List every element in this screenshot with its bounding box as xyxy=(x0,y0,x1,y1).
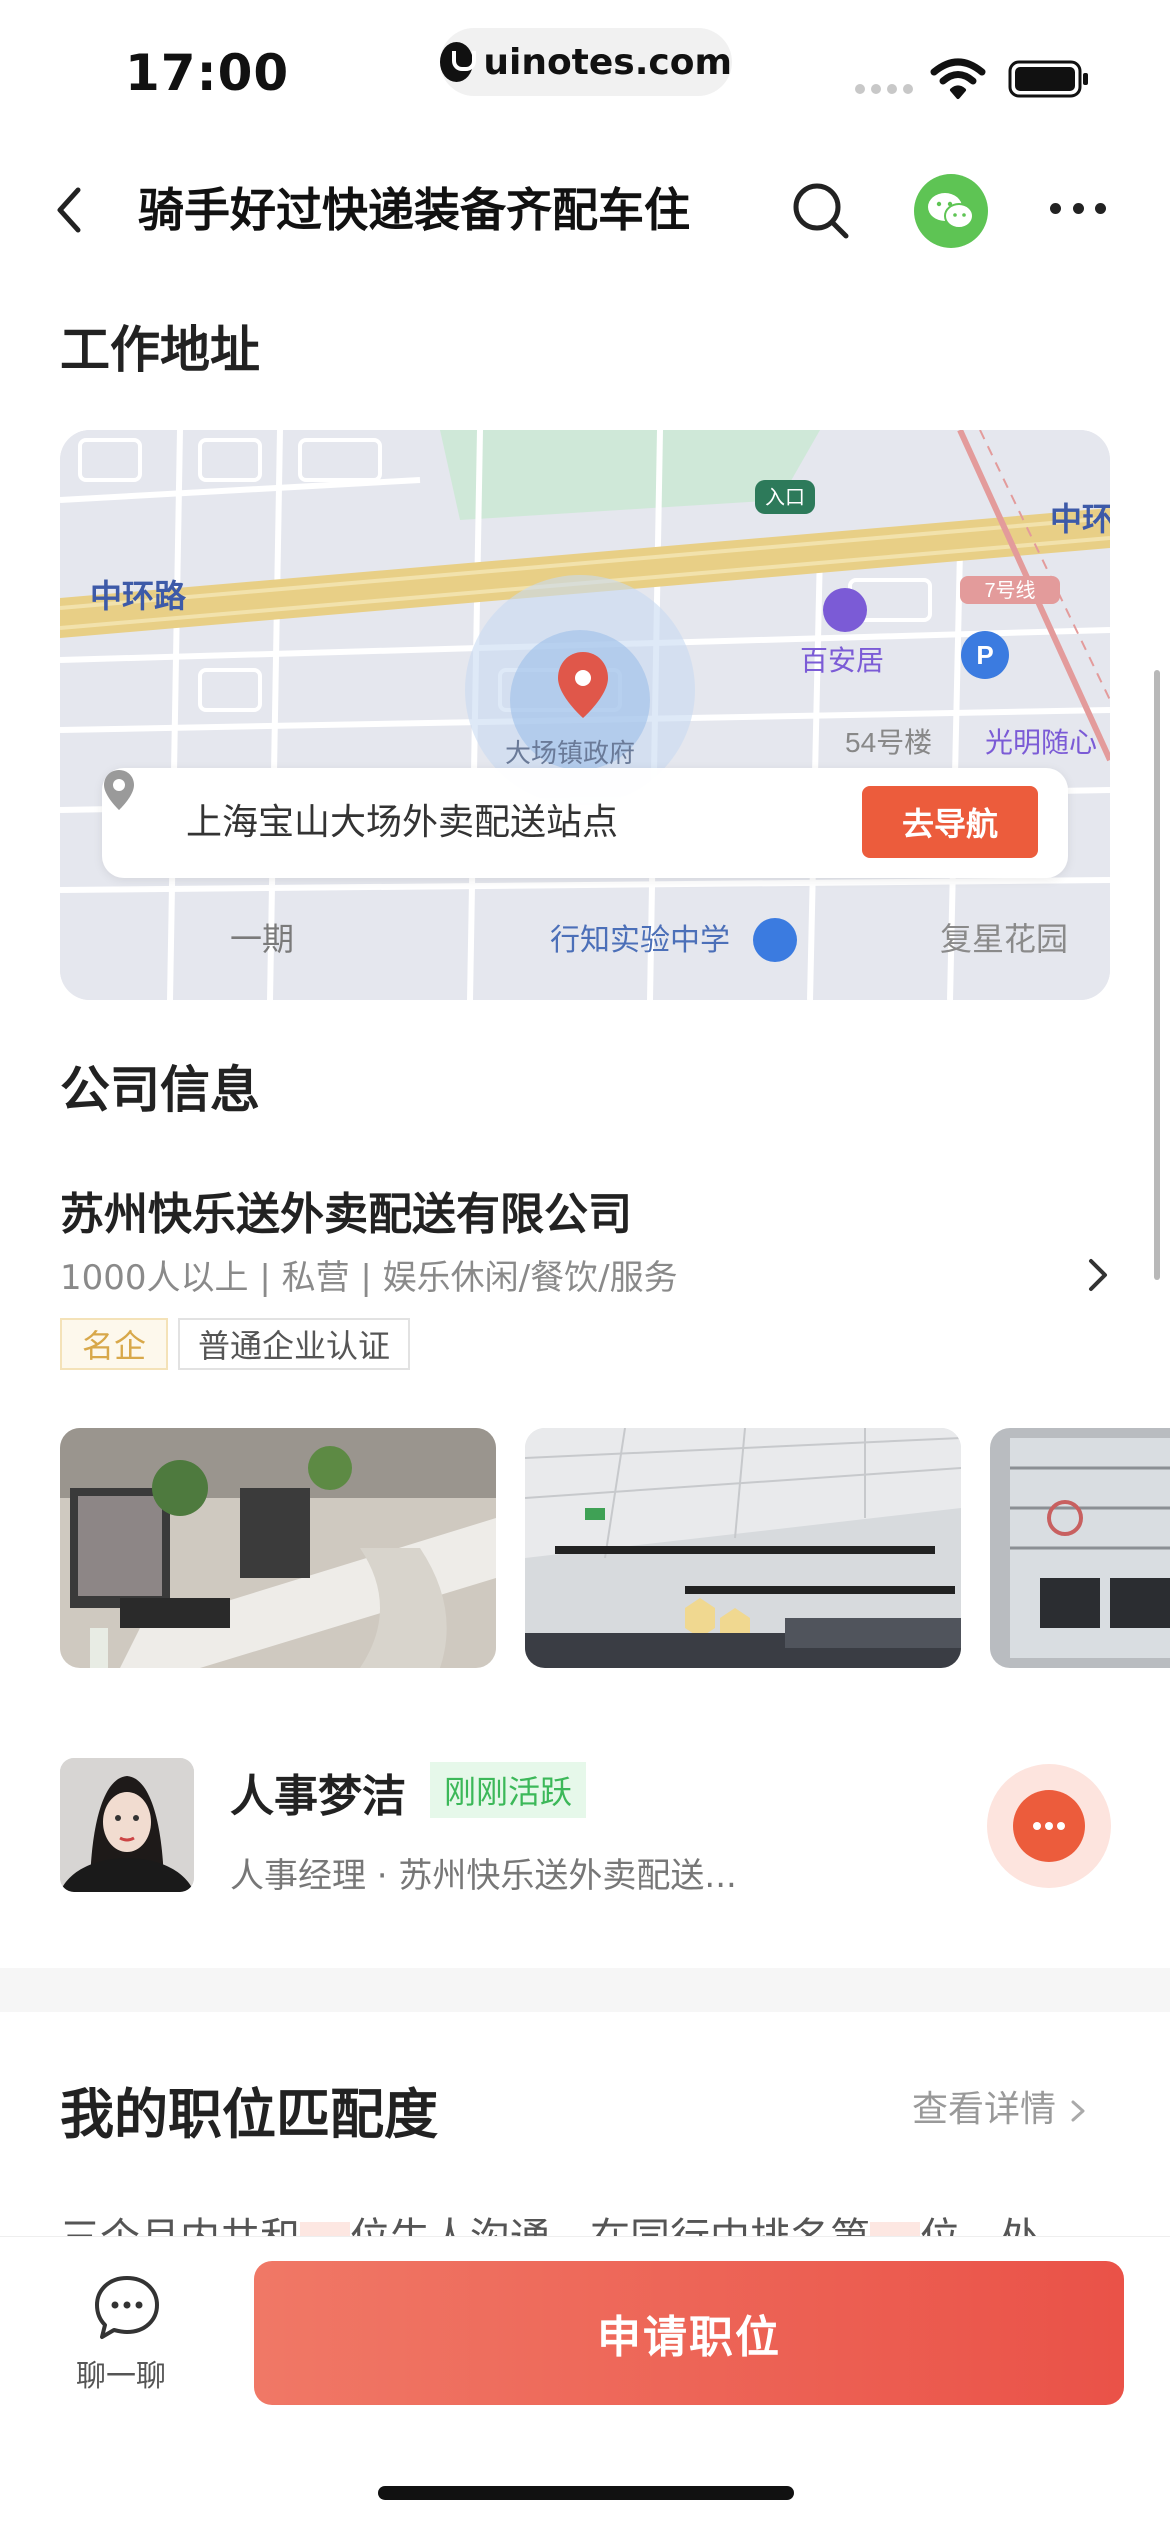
hr-avatar-image xyxy=(60,1758,194,1892)
wechat-icon xyxy=(928,193,974,229)
company-photo[interactable] xyxy=(525,1428,961,1668)
map-label-road-left: 中环路 xyxy=(90,578,187,614)
map-label-phase1: 一期 xyxy=(230,921,294,957)
signal-icon xyxy=(855,84,913,94)
scrollbar[interactable] xyxy=(1154,670,1160,1280)
status-bar: 17:00 uinotes.com xyxy=(0,0,1170,140)
map-label-school: 行知实验中学 xyxy=(550,924,730,957)
back-arrow-icon[interactable] xyxy=(48,180,92,240)
map-label-guangming: 光明随心 xyxy=(985,727,1097,758)
map-label-line7: 7号线 xyxy=(984,579,1035,602)
map-label-road-right: 中环 xyxy=(1050,501,1110,537)
avatar[interactable] xyxy=(60,1758,194,1892)
apply-button[interactable]: 申请职位 xyxy=(254,2261,1124,2405)
company-name[interactable]: 苏州快乐送外卖配送有限公司 xyxy=(60,1178,632,1242)
view-details-link[interactable]: 查看详情 xyxy=(912,2080,1089,2132)
company-info-title: 公司信息 xyxy=(60,1061,260,1119)
address-card: 上海宝山大场外卖配送站点 去导航 xyxy=(102,768,1068,878)
chat-dots-icon xyxy=(1033,1822,1065,1830)
wifi-icon xyxy=(930,58,986,99)
navigate-button[interactable]: 去导航 xyxy=(862,786,1038,858)
location-map[interactable]: 入口 P 7号线 中环路 中环 百安居 54号楼 光明随心 大场镇政府 一期 行… xyxy=(60,430,1110,1000)
page-title: 骑手好过快递装备齐配车住 xyxy=(138,183,690,237)
map-label-govt: 大场镇政府 xyxy=(505,738,635,768)
office-photo-image xyxy=(60,1428,496,1668)
company-meta: 1000人以上 | 私营 | 娱乐休闲/餐饮/服务 xyxy=(60,1258,678,1298)
view-details-label: 查看详情 xyxy=(912,2089,1057,2130)
work-address-title: 工作地址 xyxy=(60,321,260,379)
search-icon[interactable] xyxy=(790,180,852,242)
status-time: 17:00 xyxy=(125,44,290,102)
company-photo[interactable] xyxy=(990,1428,1170,1668)
more-icon[interactable] xyxy=(1050,198,1106,218)
map-label-building54: 54号楼 xyxy=(845,727,932,758)
url-pill[interactable]: uinotes.com xyxy=(440,28,732,96)
famous-company-badge: 名企 xyxy=(60,1318,169,1370)
home-indicator[interactable] xyxy=(378,2486,794,2500)
map-label-fuxing: 复星花园 xyxy=(940,921,1068,957)
svg-text:P: P xyxy=(976,640,993,670)
section-divider xyxy=(0,1968,1170,2012)
battery-icon xyxy=(1008,60,1088,98)
chat-icon[interactable] xyxy=(92,2273,162,2343)
location-pin-icon xyxy=(104,770,134,810)
wechat-share-button[interactable] xyxy=(914,174,988,248)
url-text: uinotes.com xyxy=(483,41,732,83)
map-graphic: 入口 P 7号线 中环路 中环 百安居 54号楼 光明随心 大场镇政府 一期 行… xyxy=(60,430,1110,1000)
address-text: 上海宝山大场外卖配送站点 xyxy=(186,802,619,843)
certification-badge: 普通企业认证 xyxy=(178,1318,411,1370)
office-photo-image xyxy=(525,1428,961,1668)
chevron-right-icon xyxy=(1071,2100,1085,2122)
map-label-entrance: 入口 xyxy=(765,487,805,509)
chat-tab-label[interactable]: 聊一聊 xyxy=(76,2351,166,2395)
chevron-right-icon[interactable] xyxy=(1085,1255,1111,1295)
site-logo-icon xyxy=(440,42,477,82)
map-label-baianju: 百安居 xyxy=(800,645,884,676)
hr-name: 人事梦洁 xyxy=(230,1771,406,1822)
company-photo[interactable] xyxy=(60,1428,496,1668)
hr-title: 人事经理 · 苏州快乐送外卖配送... xyxy=(230,1856,737,1896)
chat-with-hr-button[interactable] xyxy=(987,1764,1111,1888)
status-badge: 刚刚活跃 xyxy=(430,1762,587,1818)
match-section-title: 我的职位匹配度 xyxy=(60,2083,438,2146)
office-photo-image xyxy=(990,1428,1170,1668)
nav-bar: 骑手好过快递装备齐配车住 xyxy=(0,160,1170,290)
